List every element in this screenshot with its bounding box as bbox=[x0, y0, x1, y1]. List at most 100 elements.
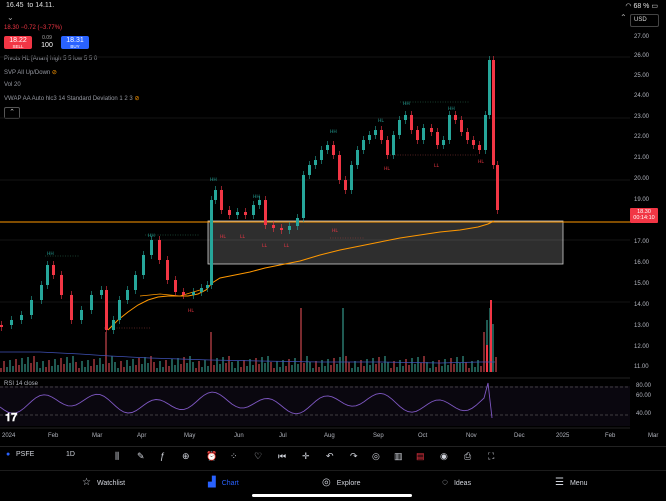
camera-icon[interactable]: ◉ bbox=[440, 451, 448, 462]
volume-bar bbox=[300, 308, 302, 372]
time-tick: Apr bbox=[137, 433, 147, 439]
volume-bar bbox=[48, 360, 50, 372]
bottom-toolbar: ● PSFE 1D ⫼ ✎ ƒ ⊕ ⏰ ⁘ ♡ ⏮ ✛ ↶ ↷ ◎ ▥ ▤ ◉ … bbox=[0, 446, 666, 469]
volume-bar bbox=[429, 368, 431, 372]
candle-type-icon[interactable]: ⫼ bbox=[115, 451, 119, 462]
volume-bar bbox=[234, 368, 236, 372]
volume-bar bbox=[30, 363, 32, 372]
symbol-button[interactable]: PSFE bbox=[16, 451, 34, 458]
rsi-label[interactable]: RSI 14 close bbox=[4, 381, 38, 387]
share-icon[interactable]: ⎙ bbox=[464, 451, 471, 462]
candle bbox=[46, 265, 49, 285]
volume-bar bbox=[486, 345, 488, 372]
volume-bar bbox=[396, 367, 398, 372]
price-tick: 25.00 bbox=[634, 73, 650, 79]
rsi-tick: 60.00 bbox=[636, 393, 652, 399]
time-tick: Mar bbox=[92, 433, 103, 439]
volume-bar bbox=[441, 366, 443, 372]
currency-selector[interactable]: USD bbox=[630, 14, 659, 27]
candle bbox=[492, 60, 495, 165]
volume-bar bbox=[36, 362, 38, 372]
svg-text:HH: HH bbox=[253, 194, 260, 200]
price-tick: 13.00 bbox=[634, 323, 650, 329]
volume-bar bbox=[168, 366, 170, 372]
volume-bar bbox=[363, 366, 365, 372]
volume-bar bbox=[114, 362, 116, 372]
volume-bar bbox=[438, 360, 440, 372]
candle bbox=[422, 128, 425, 140]
candle bbox=[272, 225, 275, 228]
time-tick: Feb bbox=[605, 433, 616, 439]
svg-text:LL: LL bbox=[240, 234, 246, 240]
volume-bar bbox=[417, 357, 419, 372]
volume-bar bbox=[90, 366, 92, 372]
cursor-icon[interactable]: ✛ bbox=[302, 451, 310, 462]
candle bbox=[392, 135, 395, 155]
candle bbox=[386, 140, 389, 155]
volume-bar bbox=[207, 366, 209, 372]
star-icon: ☆ bbox=[82, 477, 91, 488]
volume-bar bbox=[237, 361, 239, 372]
fullscreen-icon[interactable]: ⛶ bbox=[488, 451, 494, 462]
nav-explore[interactable]: ◎ Explore bbox=[322, 477, 360, 488]
alert-icon[interactable]: ⏰ bbox=[206, 451, 217, 462]
templates-icon[interactable]: ⁘ bbox=[230, 451, 238, 462]
undo-icon[interactable]: ↶ bbox=[326, 451, 334, 462]
trading-icon[interactable]: ▤ bbox=[416, 451, 425, 462]
volume-bar bbox=[99, 358, 101, 372]
time-tick: Jul bbox=[279, 433, 287, 439]
volume-bar bbox=[135, 365, 137, 372]
replay-icon[interactable]: ⏮ bbox=[278, 451, 286, 462]
add-icon[interactable]: ⊕ bbox=[182, 451, 190, 462]
candle bbox=[80, 310, 83, 320]
volume-bar bbox=[390, 368, 392, 372]
volume-bar bbox=[141, 364, 143, 372]
financials-icon[interactable]: ▥ bbox=[394, 451, 403, 462]
nav-ideas[interactable]: ◌ Ideas bbox=[442, 477, 471, 488]
volume-bar bbox=[474, 367, 476, 372]
volume-bar bbox=[258, 364, 260, 372]
volume-bar bbox=[294, 358, 296, 372]
price-chart[interactable]: HH HH HH HH HH HH HH HL HL LL LL LL HL HL LL HL HL bbox=[0, 0, 630, 446]
nav-chart[interactable]: ▟ Chart bbox=[208, 477, 239, 488]
volume-bar bbox=[165, 360, 167, 372]
candle bbox=[182, 292, 185, 295]
nav-menu[interactable]: ☰ Menu bbox=[555, 477, 587, 488]
volume-bar bbox=[285, 366, 287, 372]
idea-icon[interactable]: ♡ bbox=[254, 451, 262, 462]
time-tick: Feb bbox=[48, 433, 59, 439]
volume-bar bbox=[282, 360, 284, 372]
volume-bar bbox=[33, 356, 35, 372]
volume-bar bbox=[219, 364, 221, 372]
volume-bar bbox=[288, 359, 290, 372]
candle bbox=[374, 130, 377, 135]
time-tick: Oct bbox=[418, 433, 428, 439]
candle bbox=[478, 145, 481, 150]
svg-text:HL: HL bbox=[478, 159, 484, 165]
nav-watchlist[interactable]: ☆ Watchlist bbox=[82, 477, 125, 488]
candle bbox=[326, 145, 329, 150]
volume-bar bbox=[318, 367, 320, 372]
volume-bar bbox=[9, 360, 11, 372]
volume-bar bbox=[195, 368, 197, 372]
candle bbox=[105, 290, 108, 330]
last-price-label: 18.30 00:14:10 bbox=[630, 208, 658, 223]
volume-bar bbox=[354, 361, 356, 372]
candle bbox=[210, 200, 213, 285]
draw-icon[interactable]: ✎ bbox=[137, 451, 145, 462]
volume-bar bbox=[213, 365, 215, 372]
volume-bar bbox=[393, 361, 395, 372]
volume-bar bbox=[240, 367, 242, 372]
indicators-icon[interactable]: ƒ bbox=[160, 451, 165, 461]
compare-icon[interactable]: ◎ bbox=[372, 451, 380, 462]
volume-bar bbox=[414, 364, 416, 372]
volume-bar bbox=[465, 362, 467, 372]
volume-bar bbox=[12, 366, 14, 372]
candle bbox=[280, 228, 283, 230]
svg-text:LL: LL bbox=[262, 243, 268, 249]
volume-bar bbox=[84, 367, 86, 372]
redo-icon[interactable]: ↷ bbox=[350, 451, 358, 462]
volume-bar bbox=[3, 361, 5, 372]
price-tick: 26.00 bbox=[634, 53, 650, 59]
interval-button[interactable]: 1D bbox=[66, 451, 75, 458]
